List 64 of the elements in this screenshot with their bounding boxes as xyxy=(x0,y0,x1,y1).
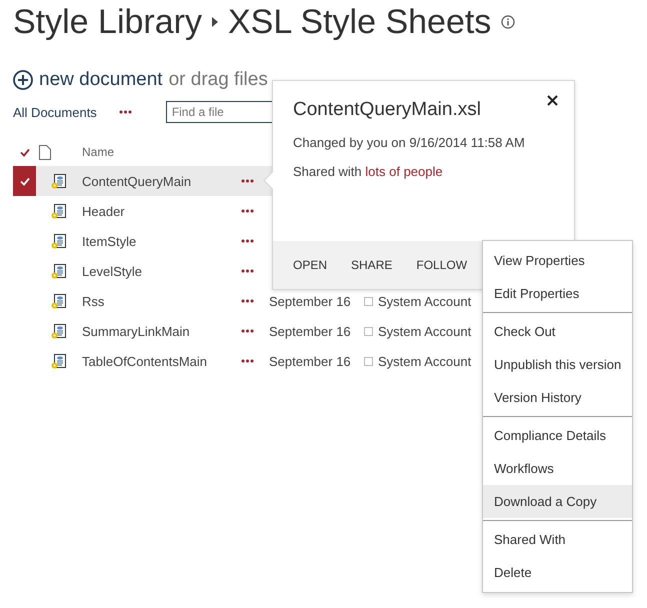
file-name[interactable]: ContentQueryMain xyxy=(82,174,238,188)
check-icon[interactable] xyxy=(20,176,30,186)
file-name[interactable]: Header xyxy=(82,204,238,218)
menu-item[interactable]: Unpublish this version xyxy=(483,348,632,381)
file-icon xyxy=(51,263,67,279)
modified-date: September 16 xyxy=(268,324,352,338)
more-icon[interactable] xyxy=(241,359,254,363)
more-icon[interactable] xyxy=(241,239,254,243)
select-all-icon[interactable] xyxy=(20,148,30,156)
presence-icon xyxy=(364,356,373,366)
search-field[interactable]: Find a file xyxy=(166,101,274,123)
file-icon xyxy=(51,203,67,219)
shared-info: Shared with lots of people xyxy=(293,164,444,179)
add-icon[interactable] xyxy=(13,70,33,90)
menu-item[interactable]: Compliance Details xyxy=(483,419,632,452)
modified-date: September 16 xyxy=(268,294,352,308)
document-icon xyxy=(39,144,51,160)
callout-action[interactable]: SHARE xyxy=(351,258,392,272)
library-title[interactable]: Style Library xyxy=(13,2,202,42)
file-name[interactable]: LevelStyle xyxy=(82,264,238,278)
presence-icon xyxy=(364,326,373,336)
file-icon xyxy=(51,293,67,309)
more-icon[interactable] xyxy=(241,179,254,183)
menu-item[interactable]: View Properties xyxy=(483,244,632,277)
file-icon xyxy=(51,233,67,249)
file-name[interactable]: TableOfContentsMain xyxy=(82,354,238,368)
file-icon xyxy=(51,173,67,189)
modified-date: September 16 xyxy=(268,354,352,368)
drag-files-hint: or drag files xyxy=(168,69,268,91)
menu-item[interactable]: Check Out xyxy=(483,315,632,348)
file-icon xyxy=(51,323,67,339)
info-icon[interactable] xyxy=(501,15,516,29)
name-column-header[interactable]: Name xyxy=(82,145,238,159)
menu-item[interactable]: Shared With xyxy=(483,523,632,556)
menu-item[interactable]: Edit Properties xyxy=(483,277,632,310)
file-name[interactable]: Rss xyxy=(82,294,238,308)
more-icon[interactable] xyxy=(241,209,254,213)
file-row[interactable]: ContentQueryMain xyxy=(13,166,272,196)
more-icon[interactable] xyxy=(241,329,254,333)
more-icon[interactable] xyxy=(118,110,132,114)
menu-item[interactable]: Workflows xyxy=(483,452,632,485)
row-checkbox[interactable] xyxy=(13,166,36,196)
callout-action[interactable]: OPEN xyxy=(293,258,328,272)
file-name[interactable]: SummaryLinkMain xyxy=(82,324,238,338)
modified-by[interactable]: System Account xyxy=(378,324,472,338)
menu-item[interactable]: Delete xyxy=(483,556,632,589)
modified-by[interactable]: System Account xyxy=(378,354,472,368)
menu-item[interactable]: Version History xyxy=(483,381,632,414)
breadcrumb-arrow-icon xyxy=(212,17,218,27)
close-button[interactable] xyxy=(545,93,560,108)
more-icon[interactable] xyxy=(241,269,254,273)
modified-by[interactable]: System Account xyxy=(378,294,472,308)
changed-info: Changed by you on 9/16/2014 11:58 AM xyxy=(293,135,526,150)
view-link[interactable]: All Documents xyxy=(13,104,97,120)
file-icon xyxy=(51,353,67,369)
folder-title: XSL Style Sheets xyxy=(228,2,492,42)
callout-title: ContentQueryMain.xsl xyxy=(293,99,482,121)
new-document-link[interactable]: new document xyxy=(39,69,163,91)
callout-action[interactable]: FOLLOW xyxy=(416,258,468,272)
more-icon[interactable] xyxy=(241,299,254,303)
menu-item[interactable]: Download a Copy xyxy=(483,485,632,518)
file-name[interactable]: ItemStyle xyxy=(82,234,238,248)
presence-icon xyxy=(364,296,373,306)
people-link[interactable]: lots of people xyxy=(365,164,443,179)
